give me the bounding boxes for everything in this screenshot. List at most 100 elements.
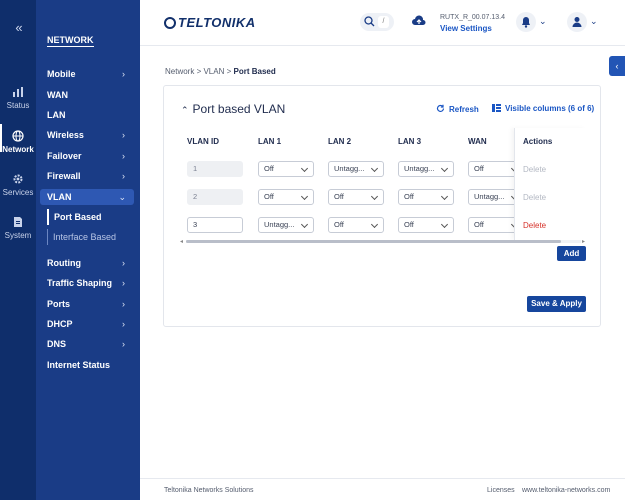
lan3-select[interactable]: Off xyxy=(398,217,454,233)
logo-mark-icon xyxy=(164,17,176,29)
vlan-id-field: 1 xyxy=(187,161,243,177)
website-link[interactable]: www.teltonika-networks.com xyxy=(522,487,610,494)
visible-columns-button[interactable]: Visible columns (6 of 6) xyxy=(492,104,594,113)
chevron-right-icon: › xyxy=(122,299,125,309)
submenu-item-interface-based[interactable]: Interface Based xyxy=(47,229,116,245)
firmware-version: RUTX_R_00.07.13.4 xyxy=(440,14,505,21)
menu-item-mobile[interactable]: Mobile › xyxy=(47,66,133,82)
bell-icon xyxy=(522,17,530,28)
menu-label: VLAN xyxy=(47,192,72,202)
menu-item-wan[interactable]: WAN xyxy=(47,87,133,103)
lan3-select[interactable]: Off xyxy=(398,189,454,205)
chevron-right-icon: › xyxy=(122,319,125,329)
rail-label-network: Network xyxy=(2,145,34,154)
horizontal-scrollbar[interactable] xyxy=(186,240,581,243)
column-header-vlan-id[interactable]: VLAN ID xyxy=(187,137,219,146)
menu-item-routing[interactable]: Routing › xyxy=(47,255,133,271)
menu-item-failover[interactable]: Failover › xyxy=(47,148,133,164)
menu-item-traffic-shaping[interactable]: Traffic Shaping › xyxy=(47,275,133,291)
menu-item-lan[interactable]: LAN xyxy=(47,107,133,123)
chevron-right-icon: › xyxy=(122,171,125,181)
lan1-select[interactable]: Off xyxy=(258,189,314,205)
delete-button[interactable]: Delete xyxy=(523,193,546,202)
menu-item-dns[interactable]: DNS › xyxy=(47,336,133,352)
collapse-menu-icon[interactable]: « xyxy=(0,20,36,35)
port-based-vlan-card: ⌃ Port based VLAN Refresh Visible columns… xyxy=(163,85,601,327)
notifications-button[interactable] xyxy=(516,12,536,32)
lan2-select[interactable]: Untagg... xyxy=(328,161,384,177)
search-button[interactable]: / xyxy=(360,13,394,31)
lan2-select[interactable]: Off xyxy=(328,189,384,205)
rail-label-services: Services xyxy=(2,188,34,197)
breadcrumb-vlan[interactable]: VLAN xyxy=(203,67,224,76)
card-title[interactable]: ⌃ Port based VLAN xyxy=(181,102,285,116)
menu-label: Failover xyxy=(47,151,82,161)
chevron-down-icon[interactable]: ⌄ xyxy=(539,16,547,27)
submenu-item-port-based[interactable]: Port Based xyxy=(47,209,102,225)
menu-label: WAN xyxy=(47,90,68,100)
menu-label: Routing xyxy=(47,258,81,268)
delete-button[interactable]: Delete xyxy=(523,165,546,174)
column-header-lan3[interactable]: LAN 3 xyxy=(398,137,421,146)
breadcrumb-network[interactable]: Network xyxy=(165,67,194,76)
column-header-lan1[interactable]: LAN 1 xyxy=(258,137,281,146)
rail-item-status[interactable]: Status xyxy=(0,86,36,110)
rail-label-system: System xyxy=(4,231,32,240)
lan3-select[interactable]: Untagg... xyxy=(398,161,454,177)
gear-icon xyxy=(13,174,23,184)
rail-item-network[interactable]: Network xyxy=(0,124,36,154)
menu-label: Mobile xyxy=(47,69,76,79)
chevron-down-icon: ⌄ xyxy=(118,191,126,202)
lan1-select[interactable]: Untagg... xyxy=(258,217,314,233)
menu-item-vlan[interactable]: VLAN ⌄ xyxy=(40,189,134,205)
vlan-id-field: 2 xyxy=(187,189,243,205)
licenses-link[interactable]: Licenses xyxy=(487,487,515,494)
save-apply-button[interactable]: Save & Apply xyxy=(527,296,586,312)
search-icon xyxy=(364,16,375,27)
rail-label-status: Status xyxy=(6,101,30,110)
scroll-left-arrow[interactable]: ◂ xyxy=(180,238,183,245)
lan1-select[interactable]: Off xyxy=(258,161,314,177)
scroll-right-arrow[interactable]: ▸ xyxy=(582,238,585,245)
column-header-wan[interactable]: WAN xyxy=(468,137,487,146)
menu-item-internet-status[interactable]: Internet Status xyxy=(47,357,133,373)
chevron-up-icon: ⌃ xyxy=(181,105,189,115)
visible-columns-label: Visible columns (6 of 6) xyxy=(505,104,595,113)
card-title-text: Port based VLAN xyxy=(192,102,286,116)
chevron-down-icon[interactable]: ⌄ xyxy=(590,16,598,27)
menu-item-wireless[interactable]: Wireless › xyxy=(47,127,133,143)
chevron-right-icon: › xyxy=(122,151,125,161)
menu-section-title: NETWORK xyxy=(47,35,94,47)
user-icon xyxy=(572,17,582,27)
footer: Teltonika Networks Solutions Licenses ww… xyxy=(140,478,625,500)
menu-item-dhcp[interactable]: DHCP › xyxy=(47,316,133,332)
chevron-right-icon: › xyxy=(122,258,125,268)
view-settings-link[interactable]: View Settings xyxy=(440,24,492,33)
chevron-right-icon: › xyxy=(122,69,125,79)
column-header-actions: Actions xyxy=(523,137,553,146)
side-panel-toggle[interactable]: ‹ xyxy=(609,56,625,76)
menu-label: Ports xyxy=(47,299,71,309)
refresh-label: Refresh xyxy=(449,105,479,114)
refresh-button[interactable]: Refresh xyxy=(436,104,479,114)
menu-label: Firewall xyxy=(47,171,81,181)
globe-icon xyxy=(12,130,24,142)
lan2-select[interactable]: Off xyxy=(328,217,384,233)
scrollbar-thumb[interactable] xyxy=(186,240,561,243)
cloud-upload-icon xyxy=(412,15,426,25)
status-chart-icon xyxy=(13,87,23,97)
column-header-lan2[interactable]: LAN 2 xyxy=(328,137,351,146)
menu-item-ports[interactable]: Ports › xyxy=(47,296,133,312)
breadcrumb: Network > VLAN > Port Based xyxy=(165,67,276,76)
menu-item-firewall[interactable]: Firewall › xyxy=(47,168,133,184)
document-icon xyxy=(14,217,22,227)
rail-item-system[interactable]: System xyxy=(0,216,36,240)
icon-rail: « Status Network Services System xyxy=(0,0,36,500)
add-button[interactable]: Add xyxy=(557,246,586,261)
vlan-id-input[interactable]: 3 xyxy=(187,217,243,233)
delete-button[interactable]: Delete xyxy=(523,221,546,230)
search-shortcut-key: / xyxy=(378,16,389,28)
teltonika-logo[interactable]: TELTONIKA xyxy=(164,15,256,30)
rail-item-services[interactable]: Services xyxy=(0,173,36,197)
user-menu-button[interactable] xyxy=(567,12,587,32)
